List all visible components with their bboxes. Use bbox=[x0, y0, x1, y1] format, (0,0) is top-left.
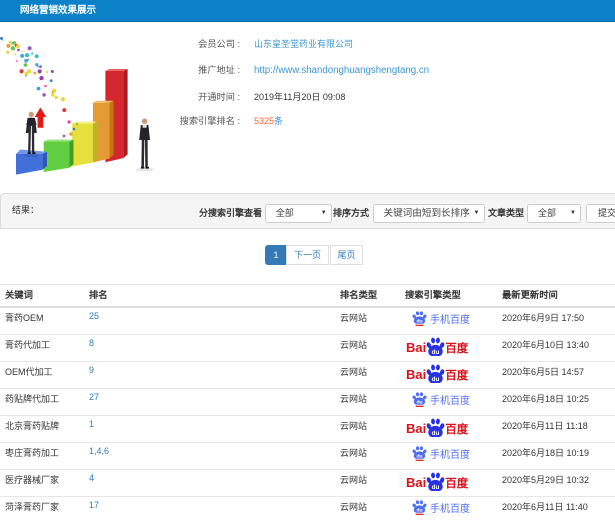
svg-text:du: du bbox=[416, 507, 422, 513]
svg-text:du: du bbox=[416, 399, 422, 405]
svg-text:du: du bbox=[432, 376, 440, 383]
svg-text:du: du bbox=[432, 430, 440, 437]
svg-text:du: du bbox=[416, 453, 422, 459]
svg-text:du: du bbox=[432, 484, 440, 491]
svg-text:du: du bbox=[416, 318, 422, 324]
svg-text:du: du bbox=[432, 349, 440, 356]
